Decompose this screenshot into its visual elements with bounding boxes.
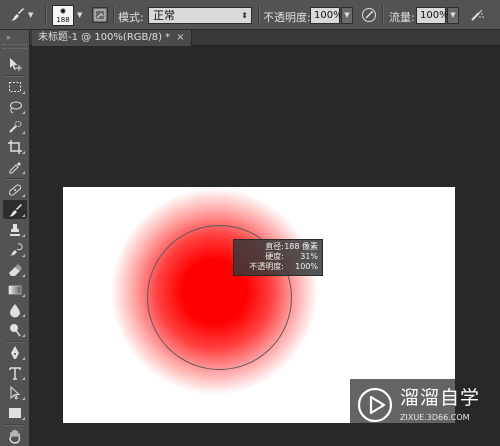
hud-opacity-value: 100% xyxy=(295,262,318,271)
hud-hardness-label: 硬度: xyxy=(265,252,284,261)
tool-healing[interactable] xyxy=(3,180,27,199)
hud-hardness-value: 31% xyxy=(300,252,318,261)
collapse-panel-icon[interactable]: » xyxy=(6,33,11,42)
watermark-url: ZIXUE.3D66.COM xyxy=(400,413,470,422)
tool-history-brush[interactable] xyxy=(3,240,27,259)
tool-path-select[interactable] xyxy=(3,383,27,402)
panel-grip[interactable] xyxy=(3,44,27,49)
tool-marquee[interactable] xyxy=(3,77,27,96)
airbrush-icon[interactable] xyxy=(469,7,485,23)
history-brush-icon xyxy=(9,242,23,256)
hud-opacity-label: 不透明度: xyxy=(249,262,284,271)
tool-dodge[interactable] xyxy=(3,320,27,339)
options-bar: ▼ 188 ▼ 模式: 正常 ⬍ 不透明度: 100% ▼ 流量: 100% ▼ xyxy=(0,0,500,30)
opacity-input[interactable]: 100% xyxy=(310,7,343,24)
tool-stamp[interactable] xyxy=(3,220,27,239)
mode-label: 模式: xyxy=(118,11,144,24)
hud-hardness-row: 硬度: 31% xyxy=(238,252,318,262)
hud-diameter-label: 直径: xyxy=(265,242,284,251)
quick-select-icon xyxy=(9,120,22,133)
tool-lasso[interactable] xyxy=(3,97,27,116)
gradient-icon xyxy=(8,285,22,294)
brush-size-value: 188 xyxy=(56,16,70,24)
flow-label: 流量: xyxy=(389,11,415,24)
divider xyxy=(45,5,47,25)
rect-marquee-icon xyxy=(9,81,21,92)
tool-hand[interactable] xyxy=(3,426,27,445)
toggle-brush-panel-button[interactable] xyxy=(92,7,108,23)
flow-slider-button[interactable]: ▼ xyxy=(447,7,459,24)
type-icon xyxy=(9,366,21,380)
brush-preset-picker[interactable]: 188 xyxy=(52,5,74,26)
lasso-icon xyxy=(10,101,22,113)
stamp-icon xyxy=(10,223,20,236)
chevron-down-icon: ▼ xyxy=(28,11,34,19)
tool-brush[interactable] xyxy=(3,200,27,219)
pressure-opacity-icon[interactable] xyxy=(361,7,377,23)
blend-mode-value: 正常 xyxy=(153,9,175,22)
drop-icon xyxy=(10,303,20,317)
watermark: 溜溜自学 ZIXUE.3D66.COM xyxy=(350,379,479,446)
document-title: 未标题-1 @ 100%(RGB/8) * xyxy=(38,32,171,43)
flow-input[interactable]: 100% xyxy=(416,7,449,24)
crop-icon xyxy=(8,139,22,154)
tool-shape[interactable] xyxy=(3,403,27,422)
divider xyxy=(382,5,384,25)
hud-diameter-row: 直径: 188 像素 xyxy=(238,242,318,252)
pen-icon xyxy=(11,345,19,359)
eyedropper-icon xyxy=(9,161,21,173)
brush-icon xyxy=(9,203,22,216)
tool-quick-select[interactable] xyxy=(3,117,27,136)
eraser-icon xyxy=(9,263,22,276)
tool-eyedropper[interactable] xyxy=(3,157,27,176)
tool-crop[interactable] xyxy=(3,137,27,156)
path-select-icon xyxy=(10,385,21,400)
tools-panel: » xyxy=(0,30,30,446)
rectangle-icon xyxy=(9,407,21,418)
move-icon xyxy=(10,57,22,71)
tool-eraser[interactable] xyxy=(3,260,27,279)
brush-hud-tooltip: 直径: 188 像素 硬度: 31% 不透明度: 100% xyxy=(233,239,323,276)
tool-pen[interactable] xyxy=(3,343,27,362)
dodge-icon xyxy=(10,323,21,336)
watermark-title: 溜溜自学 xyxy=(400,387,481,409)
brush-tool-icon xyxy=(11,8,24,21)
tool-blur[interactable] xyxy=(3,300,27,319)
play-logo-icon xyxy=(357,387,393,423)
bandage-icon xyxy=(8,183,22,196)
opacity-label: 不透明度: xyxy=(263,11,311,24)
opacity-slider-button[interactable]: ▼ xyxy=(341,7,353,24)
hud-opacity-row: 不透明度: 100% xyxy=(238,262,318,272)
divider xyxy=(258,5,260,25)
tool-gradient[interactable] xyxy=(3,280,27,299)
divider xyxy=(113,5,115,25)
chevron-down-icon[interactable]: ▼ xyxy=(77,11,82,19)
brush-tip-preview xyxy=(60,8,66,14)
hand-icon xyxy=(9,429,21,444)
tool-preset-picker[interactable]: ▼ xyxy=(8,0,42,30)
document-tab[interactable]: 未标题-1 @ 100%(RGB/8) * × xyxy=(32,30,192,46)
hud-diameter-value: 188 像素 xyxy=(284,242,318,251)
select-arrows-icon: ⬍ xyxy=(241,11,248,20)
blend-mode-select[interactable]: 正常 ⬍ xyxy=(148,7,252,24)
document-tab-bar: 未标题-1 @ 100%(RGB/8) * × xyxy=(30,30,500,46)
tool-move[interactable] xyxy=(3,54,27,73)
brush-panel-icon xyxy=(94,9,106,21)
close-icon[interactable]: × xyxy=(176,32,184,43)
tool-type[interactable] xyxy=(3,363,27,382)
